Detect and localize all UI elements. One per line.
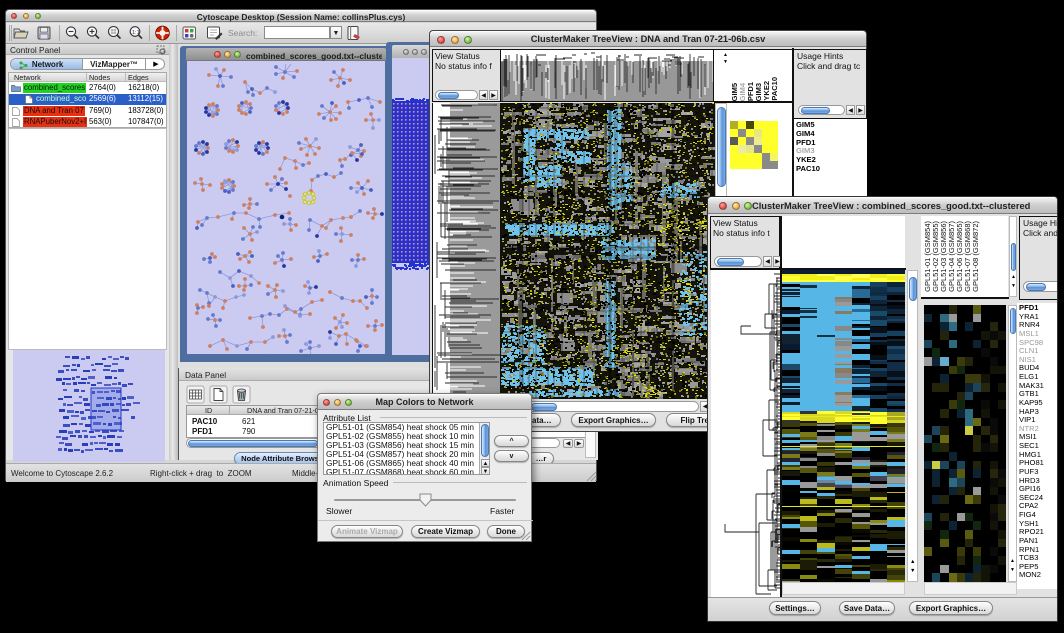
svg-text:1:1: 1:1 xyxy=(132,30,140,36)
